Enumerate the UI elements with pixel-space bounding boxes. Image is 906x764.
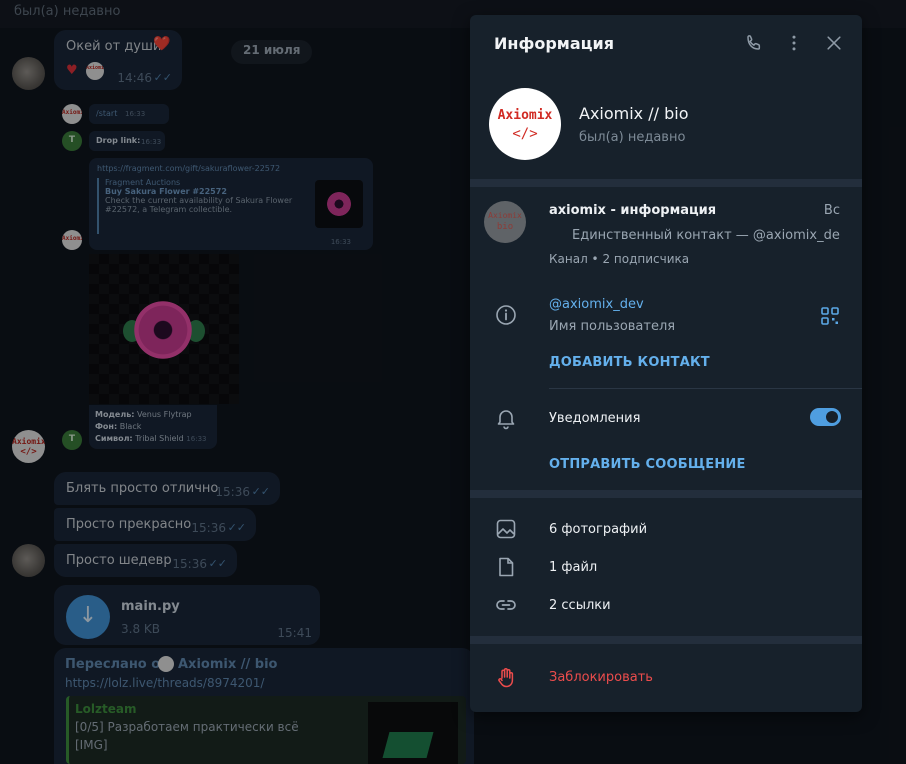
toggle-knob [824,409,840,425]
file-icon [499,557,514,577]
channel-name: axiomix - информация [549,203,717,218]
photo-icon [496,519,516,539]
section-separator [470,636,862,644]
qr-code-icon[interactable] [820,306,840,326]
info-icon [496,305,516,325]
channel-last-post-day: Вс [823,203,840,218]
files-link[interactable]: 1 файл [549,560,597,575]
photos-link[interactable]: 6 фотографий [549,522,647,537]
section-separator [470,490,862,498]
personal-channel[interactable]: Axiomix bio axiomix - информация Вс Един… [470,187,862,277]
add-contact-button[interactable]: ДОБАВИТЬ КОНТАКТ [549,355,710,370]
avatar-code-symbol: </> [512,126,538,142]
phone-icon[interactable] [744,33,764,53]
bell-icon [497,410,515,430]
send-message-button[interactable]: ОТПРАВИТЬ СООБЩЕНИЕ [549,457,746,472]
username[interactable]: @axiomix_dev [549,297,644,312]
notifications-toggle[interactable] [810,408,841,426]
more-vertical-icon[interactable] [784,33,804,53]
panel-header: Информация [470,15,862,71]
channel-meta: Канал • 2 подписчика [549,252,690,266]
links-link[interactable]: 2 ссылки [549,598,611,613]
profile-status: был(а) недавно [579,130,686,145]
info-panel: Информация Axiomix </> Axiomix // bio бы… [470,15,862,712]
block-user-button[interactable]: Заблокировать [549,670,653,685]
stop-hand-icon [498,668,514,688]
avatar-logo-text: Axiomix [497,108,553,123]
section-separator [470,179,862,187]
panel-title: Информация [494,34,614,53]
profile-avatar[interactable]: Axiomix </> [489,88,561,160]
notifications-label: Уведомления [549,411,641,426]
profile-section: Axiomix </> Axiomix // bio был(а) недавн… [470,77,862,179]
channel-preview: Единственный контакт — @axiomix_dev ... [572,228,840,243]
close-icon[interactable] [824,33,844,53]
profile-name: Axiomix // bio [579,104,689,123]
divider [549,388,862,389]
username-label: Имя пользователя [549,319,676,334]
link-icon [496,600,516,610]
channel-avatar: Axiomix bio [484,201,526,243]
